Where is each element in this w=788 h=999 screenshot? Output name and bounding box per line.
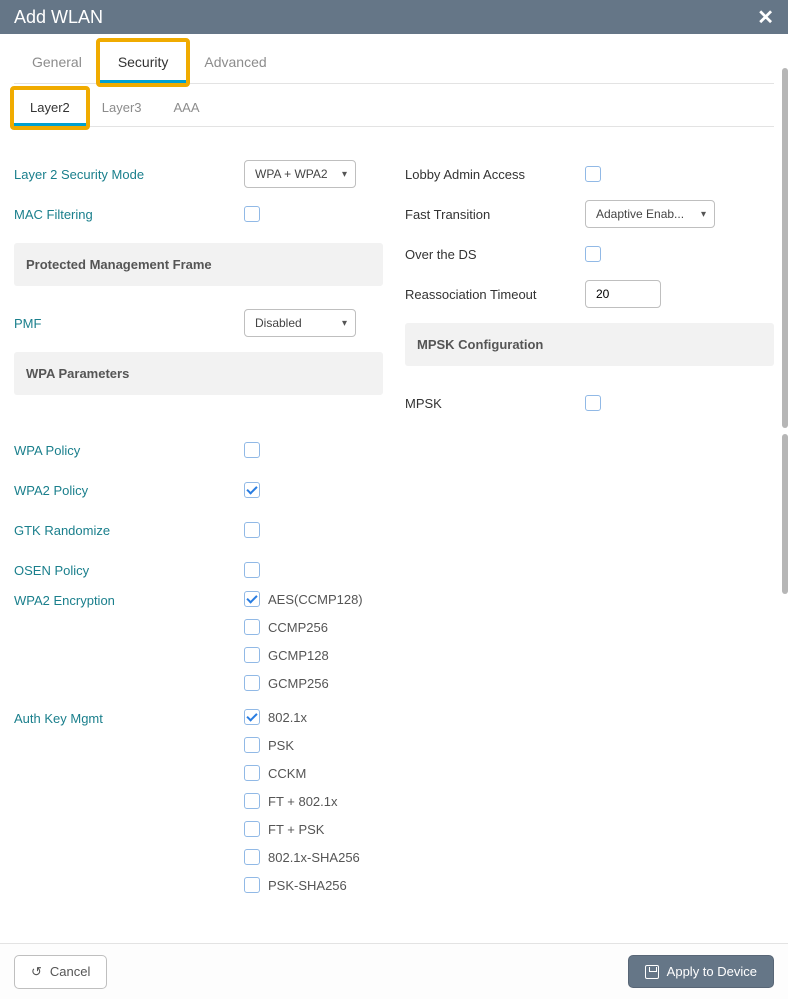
enc-ccmp256-checkbox[interactable] <box>244 619 260 635</box>
mpsk-label: MPSK <box>405 396 585 411</box>
apply-button[interactable]: Apply to Device <box>628 955 774 988</box>
l2-security-mode-label: Layer 2 Security Mode <box>14 167 244 182</box>
l2-security-mode-select[interactable]: WPA + WPA2 <box>244 160 356 188</box>
wpa2-encryption-label: WPA2 Encryption <box>14 591 244 608</box>
undo-icon <box>31 964 42 980</box>
auth-option-label: FT + PSK <box>268 822 324 837</box>
auth-8021x-sha256-checkbox[interactable] <box>244 849 260 865</box>
titlebar: Add WLAN ✕ <box>0 0 788 34</box>
enc-gcmp256-checkbox[interactable] <box>244 675 260 691</box>
auth-key-mgmt-options: 802.1x PSK CCKM FT + 802.1x FT + PSK 802… <box>244 709 360 905</box>
mpsk-section-header: MPSK Configuration <box>405 323 774 366</box>
osen-policy-checkbox[interactable] <box>244 562 260 578</box>
wpa2-policy-checkbox[interactable] <box>244 482 260 498</box>
close-icon[interactable]: ✕ <box>757 5 774 30</box>
subtab-aaa[interactable]: AAA <box>158 90 216 126</box>
enc-option-label: GCMP128 <box>268 648 329 663</box>
auth-ft-psk-checkbox[interactable] <box>244 821 260 837</box>
over-the-ds-label: Over the DS <box>405 247 585 262</box>
auth-psk-checkbox[interactable] <box>244 737 260 753</box>
apply-button-label: Apply to Device <box>667 964 757 979</box>
auth-option-label: 802.1x <box>268 710 307 725</box>
pmf-select[interactable]: Disabled <box>244 309 356 337</box>
wpa2-policy-label: WPA2 Policy <box>14 483 244 498</box>
reassoc-timeout-label: Reassociation Timeout <box>405 287 585 302</box>
cancel-button-label: Cancel <box>50 964 90 979</box>
mac-filtering-checkbox[interactable] <box>244 206 260 222</box>
window-title: Add WLAN <box>14 7 103 28</box>
tab-general[interactable]: General <box>14 42 100 83</box>
sub-tabs: Layer2 Layer3 AAA <box>14 90 774 127</box>
auth-option-label: PSK <box>268 738 294 753</box>
lobby-admin-label: Lobby Admin Access <box>405 167 585 182</box>
pmf-label: PMF <box>14 316 244 331</box>
auth-ft-8021x-checkbox[interactable] <box>244 793 260 809</box>
auth-option-label: FT + 802.1x <box>268 794 338 809</box>
mac-filtering-label: MAC Filtering <box>14 207 244 222</box>
tab-advanced[interactable]: Advanced <box>186 42 284 83</box>
save-icon <box>645 965 659 979</box>
auth-option-label: PSK-SHA256 <box>268 878 347 893</box>
auth-key-mgmt-label: Auth Key Mgmt <box>14 709 244 726</box>
auth-cckm-checkbox[interactable] <box>244 765 260 781</box>
wpa-policy-checkbox[interactable] <box>244 442 260 458</box>
enc-option-label: AES(CCMP128) <box>268 592 363 607</box>
gtk-randomize-label: GTK Randomize <box>14 523 244 538</box>
auth-8021x-checkbox[interactable] <box>244 709 260 725</box>
osen-policy-label: OSEN Policy <box>14 563 244 578</box>
enc-gcmp128-checkbox[interactable] <box>244 647 260 663</box>
wpa-params-section-header: WPA Parameters <box>14 352 383 395</box>
pmf-section-header: Protected Management Frame <box>14 243 383 286</box>
cancel-button[interactable]: Cancel <box>14 955 107 989</box>
auth-psk-sha256-checkbox[interactable] <box>244 877 260 893</box>
enc-option-label: GCMP256 <box>268 676 329 691</box>
reassoc-timeout-input[interactable] <box>585 280 661 308</box>
scrollbar-thumb[interactable] <box>782 434 788 594</box>
enc-option-label: CCMP256 <box>268 620 328 635</box>
mpsk-checkbox[interactable] <box>585 395 601 411</box>
auth-option-label: CCKM <box>268 766 306 781</box>
subtab-layer2[interactable]: Layer2 <box>14 90 86 126</box>
tab-security[interactable]: Security <box>100 42 187 83</box>
over-the-ds-checkbox[interactable] <box>585 246 601 262</box>
gtk-randomize-checkbox[interactable] <box>244 522 260 538</box>
subtab-layer3[interactable]: Layer3 <box>86 90 158 126</box>
enc-aes-ccmp128-checkbox[interactable] <box>244 591 260 607</box>
lobby-admin-checkbox[interactable] <box>585 166 601 182</box>
fast-transition-label: Fast Transition <box>405 207 585 222</box>
wpa-policy-label: WPA Policy <box>14 443 244 458</box>
auth-option-label: 802.1x-SHA256 <box>268 850 360 865</box>
footer: Cancel Apply to Device <box>0 943 788 999</box>
wpa2-encryption-options: AES(CCMP128) CCMP256 GCMP128 GCMP256 <box>244 591 363 703</box>
scrollbar-thumb[interactable] <box>782 68 788 428</box>
main-tabs: General Security Advanced <box>14 42 774 84</box>
fast-transition-select[interactable]: Adaptive Enab... <box>585 200 715 228</box>
